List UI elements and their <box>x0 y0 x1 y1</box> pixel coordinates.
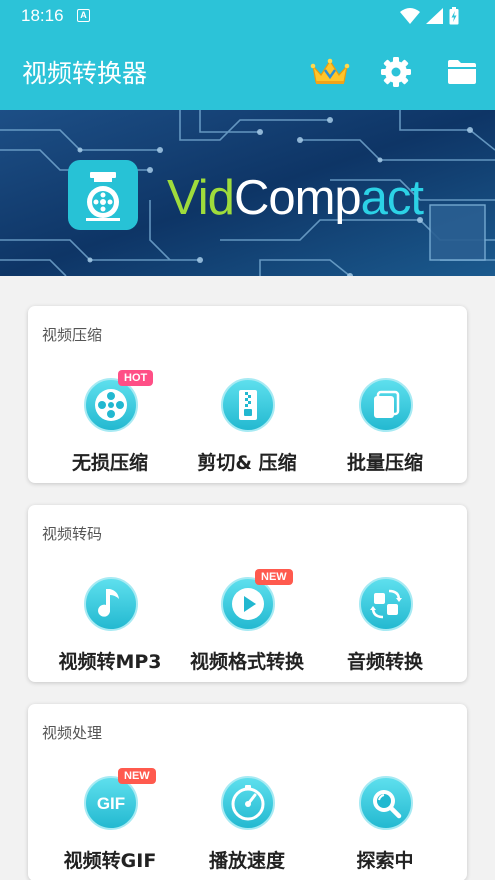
tile-label: 探索中 <box>356 850 414 872</box>
tile-cut-compress[interactable]: 剪切& 压缩 <box>174 378 320 478</box>
section-video-processing: 视频处理 GIF NEW 视频转GIF 播放速度 探索中 <box>28 704 467 880</box>
tile-label: 视频格式转换 <box>189 651 304 673</box>
vidcompact-logo-icon <box>68 160 138 230</box>
files-button[interactable] <box>444 54 480 90</box>
banner-app-name: VidCompact <box>167 170 424 226</box>
gif-icon-text: GIF <box>97 794 125 813</box>
banner-name-comp: Comp <box>233 171 362 225</box>
wifi-icon <box>400 8 420 24</box>
zip-archive-icon <box>221 378 275 432</box>
promo-banner[interactable]: VidCompact <box>0 110 495 276</box>
gear-icon <box>381 57 411 87</box>
new-badge: NEW <box>118 768 156 784</box>
premium-crown-button[interactable] <box>309 54 351 90</box>
section-video-transcode: 视频转码 视频转MP3 NEW 视频格式转换 音频转换 <box>28 505 467 682</box>
tile-label: 音频转换 <box>346 651 423 673</box>
tile-video-format-convert[interactable]: NEW 视频格式转换 <box>174 569 320 677</box>
magnifier-icon <box>359 776 413 830</box>
section-title: 视频压缩 <box>42 326 103 344</box>
status-time: 18:16 <box>21 6 64 25</box>
tile-playback-speed[interactable]: 播放速度 <box>174 776 320 876</box>
tile-label: 视频转GIF <box>63 850 157 872</box>
app-bar: 视频转换器 <box>0 32 495 110</box>
tile-video-to-mp3[interactable]: 视频转MP3 <box>37 577 183 677</box>
status-bar: 18:16 A <box>0 0 495 32</box>
film-reel-icon <box>84 378 138 432</box>
tile-label: 播放速度 <box>208 850 285 872</box>
tile-batch-compress[interactable]: 批量压缩 <box>312 378 458 478</box>
settings-button[interactable] <box>377 54 415 90</box>
stacked-pages-icon <box>359 378 413 432</box>
hot-badge: HOT <box>118 370 154 386</box>
tile-label: 无损压缩 <box>71 452 148 474</box>
crown-icon <box>310 58 350 84</box>
app-title: 视频转换器 <box>22 59 148 88</box>
music-note-icon <box>84 577 138 631</box>
banner-name-act: act <box>360 171 424 225</box>
tile-label: 视频转MP3 <box>58 651 162 673</box>
section-video-compress: 视频压缩 HOT 无损压缩 剪切& 压缩 批量压缩 <box>28 306 467 483</box>
speedometer-icon <box>221 776 275 830</box>
tile-video-to-gif[interactable]: GIF NEW 视频转GIF <box>37 768 183 876</box>
signal-icon <box>426 8 443 24</box>
tile-audio-convert[interactable]: 音频转换 <box>312 577 458 677</box>
status-icons <box>400 7 459 25</box>
section-title: 视频处理 <box>42 724 103 742</box>
gif-icon: GIF <box>84 776 138 830</box>
tile-lossless-compress[interactable]: HOT 无损压缩 <box>37 370 183 478</box>
section-title: 视频转码 <box>42 525 103 543</box>
battery-charging-icon <box>449 7 459 25</box>
swap-arrows-icon <box>359 577 413 631</box>
play-icon <box>221 577 275 631</box>
tile-exploring[interactable]: 探索中 <box>312 776 458 876</box>
folder-icon <box>448 60 476 84</box>
tile-label: 剪切& 压缩 <box>197 452 297 474</box>
new-badge: NEW <box>255 569 293 585</box>
notification-a-icon: A <box>77 9 90 22</box>
tile-label: 批量压缩 <box>346 452 423 474</box>
banner-name-vid: Vid <box>167 171 235 225</box>
